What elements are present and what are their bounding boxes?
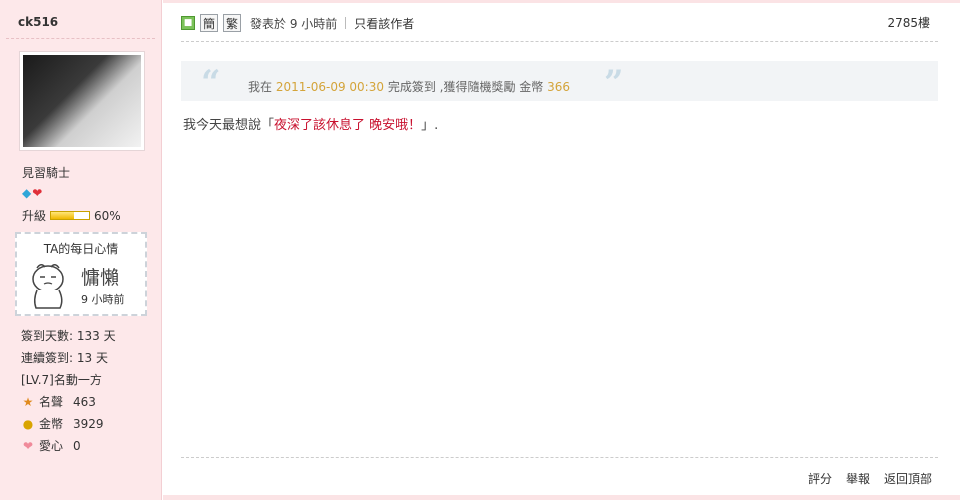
author-stats: 簽到天數: 133 天 連續簽到: 13 天 [LV.7]名動一方 ★ 名聲 4… bbox=[21, 325, 116, 457]
love-label: 愛心 bbox=[39, 439, 64, 453]
author-online-icon: ■ bbox=[181, 16, 195, 30]
author-rank: 見習騎士 bbox=[22, 166, 71, 180]
gold-value: 3929 bbox=[73, 417, 104, 431]
daily-mood-box: TA的每日心情 慵懶 9 小時前 bbox=[15, 232, 147, 316]
medals: ◆❤ bbox=[22, 186, 43, 200]
love-value: 0 bbox=[73, 439, 81, 453]
top-border bbox=[163, 0, 960, 3]
content-highlight: 夜深了該休息了 晚安哦！ bbox=[274, 118, 422, 133]
reputation-label: 名聲 bbox=[39, 395, 64, 409]
traditional-chinese-button[interactable]: 繁 bbox=[223, 14, 241, 32]
quote-datetime: 2011-06-09 00:30 bbox=[275, 80, 384, 94]
level-progress-bar bbox=[50, 211, 91, 220]
mood-title: TA的每日心情 bbox=[43, 242, 119, 256]
level-label: 升級 bbox=[22, 209, 47, 223]
simplified-chinese-button[interactable]: 簡 bbox=[200, 14, 218, 32]
level-percent: 60% bbox=[94, 208, 121, 223]
level-progress: 升級 60% bbox=[22, 207, 121, 224]
post-footer: 評分 舉報 返回頂部 bbox=[808, 470, 932, 487]
bottom-border bbox=[163, 495, 960, 500]
quote-text: 我在 2011-06-09 00:30 完成簽到 ,獲得隨機獎勵 金幣 366 bbox=[248, 78, 570, 95]
checkin-days: 簽到天數: 133 天 bbox=[21, 329, 116, 343]
post-main: ■ 簡 繁 發表於 9 小時前 只看該作者 2785樓 “ 我在 2011-06… bbox=[163, 0, 960, 500]
love-heart-icon: ❤ bbox=[22, 439, 34, 453]
header-divider bbox=[345, 17, 347, 29]
avatar-image bbox=[23, 55, 141, 147]
gold-coin-icon: ● bbox=[22, 417, 34, 431]
open-quote-icon: “ bbox=[201, 63, 221, 103]
reputation-medal-icon: ★ bbox=[22, 395, 34, 409]
quote-middle: 完成簽到 ,獲得隨機獎勵 金幣 bbox=[387, 80, 544, 94]
heart-medal-icon[interactable]: ❤ bbox=[32, 186, 43, 200]
content-suffix: 」. bbox=[421, 118, 439, 133]
posted-time: 發表於 9 小時前 bbox=[250, 16, 338, 31]
reputation-value: 463 bbox=[73, 395, 96, 409]
reputation-row: ★ 名聲 463 bbox=[21, 391, 116, 413]
quote-amount: 366 bbox=[547, 80, 570, 94]
mood-name: 慵懶 bbox=[81, 267, 120, 289]
checkin-streak: 連續簽到: 13 天 bbox=[21, 351, 108, 365]
level-progress-fill bbox=[51, 212, 74, 219]
avatar[interactable] bbox=[19, 51, 145, 151]
post-content: 我今天最想說「夜深了該休息了 晚安哦！」. bbox=[183, 114, 438, 133]
mood-time: 9 小時前 bbox=[81, 293, 125, 306]
post-header: ■ 簡 繁 發表於 9 小時前 只看該作者 bbox=[181, 12, 934, 34]
report-link[interactable]: 舉報 bbox=[846, 470, 870, 487]
checkin-quote: “ 我在 2011-06-09 00:30 完成簽到 ,獲得隨機獎勵 金幣 36… bbox=[181, 61, 938, 103]
love-row: ❤ 愛心 0 bbox=[21, 435, 116, 457]
back-to-top-link[interactable]: 返回頂部 bbox=[884, 470, 932, 487]
author-only-link[interactable]: 只看該作者 bbox=[354, 15, 414, 32]
header-divider-line bbox=[181, 41, 938, 42]
rate-link[interactable]: 評分 bbox=[808, 470, 832, 487]
footer-divider-line bbox=[181, 457, 938, 458]
content-prefix: 我今天最想說「 bbox=[183, 118, 275, 133]
diamond-medal-icon[interactable]: ◆ bbox=[22, 186, 32, 200]
lazy-mood-icon bbox=[32, 264, 64, 309]
sidebar-divider bbox=[6, 38, 155, 39]
gold-row: ● 金幣 3929 bbox=[21, 413, 116, 435]
floor-number[interactable]: 2785樓 bbox=[887, 14, 930, 31]
level-title[interactable]: [LV.7]名動一方 bbox=[21, 369, 116, 391]
gold-label: 金幣 bbox=[39, 417, 64, 431]
author-sidebar: ck516 見習騎士 ◆❤ 升級 60% TA的每日心情 慵懶 9 小時前 簽到… bbox=[0, 0, 162, 500]
quote-prefix: 我在 bbox=[248, 80, 273, 94]
close-quote-icon: ” bbox=[604, 63, 624, 103]
forum-post: ck516 見習騎士 ◆❤ 升級 60% TA的每日心情 慵懶 9 小時前 簽到… bbox=[0, 0, 960, 500]
author-username[interactable]: ck516 bbox=[18, 15, 58, 29]
